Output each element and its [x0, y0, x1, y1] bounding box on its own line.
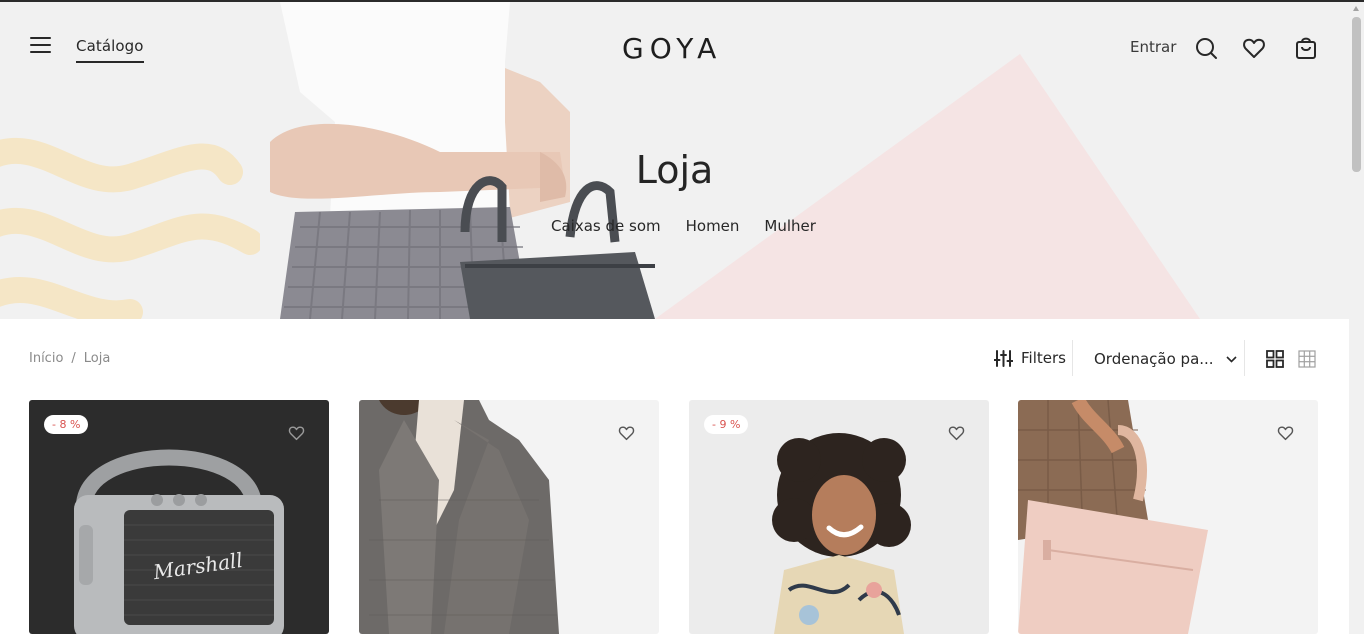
filters-label: Filters — [1021, 349, 1066, 367]
category-link-speakers[interactable]: Caixas de som — [551, 217, 661, 235]
search-icon[interactable] — [1194, 36, 1218, 60]
page-title: Loja — [635, 148, 714, 192]
chevron-down-icon — [1225, 355, 1237, 363]
heart-icon[interactable] — [948, 425, 965, 441]
site-header: Catálogo GOYA Entrar — [0, 2, 1349, 92]
heart-icon[interactable] — [288, 425, 305, 441]
grid-2-icon[interactable] — [1266, 350, 1284, 368]
login-link[interactable]: Entrar — [1130, 38, 1176, 56]
breadcrumb-home[interactable]: Início — [29, 351, 63, 366]
product-card[interactable]: Marshall - 8 % — [29, 400, 329, 634]
menu-icon[interactable] — [30, 37, 52, 57]
product-image-speaker: Marshall — [74, 449, 284, 634]
catalog-link[interactable]: Catálogo — [76, 37, 144, 63]
heart-icon[interactable] — [1277, 425, 1294, 441]
filters-button[interactable]: Filters — [994, 349, 1066, 367]
toolbar-divider — [1244, 340, 1245, 376]
breadcrumb: Início / Loja — [29, 351, 110, 366]
heart-icon[interactable] — [618, 425, 635, 441]
product-image-shirt — [772, 433, 911, 634]
sort-label: Ordenação pa... — [1094, 350, 1214, 368]
filters-icon — [994, 349, 1013, 367]
product-card[interactable]: - 9 % — [689, 400, 989, 634]
logo[interactable]: GOYA — [622, 32, 722, 65]
breadcrumb-current: Loja — [83, 351, 111, 366]
scrollbar-thumb[interactable] — [1352, 17, 1361, 172]
scroll-up-arrow[interactable] — [1353, 6, 1359, 11]
product-image-blazer — [359, 400, 559, 634]
breadcrumb-separator: / — [71, 351, 76, 366]
heart-icon[interactable] — [1242, 36, 1266, 60]
category-link-women[interactable]: Mulher — [764, 217, 816, 235]
top-border — [0, 0, 1364, 2]
sale-badge: - 9 % — [704, 415, 749, 434]
product-image-tote — [1018, 400, 1208, 634]
toolbar-divider — [1072, 340, 1073, 376]
sale-badge: - 8 % — [44, 415, 89, 434]
grid-3-icon[interactable] — [1298, 350, 1316, 368]
sort-select[interactable]: Ordenação pa... — [1094, 350, 1237, 368]
product-card[interactable] — [1018, 400, 1318, 634]
category-link-men[interactable]: Homen — [686, 217, 740, 235]
hero-category-links: Caixas de som Homen Mulher — [551, 217, 816, 235]
product-card[interactable] — [359, 400, 659, 634]
bag-icon[interactable] — [1294, 36, 1318, 60]
page-scrollbar[interactable] — [1349, 2, 1364, 634]
